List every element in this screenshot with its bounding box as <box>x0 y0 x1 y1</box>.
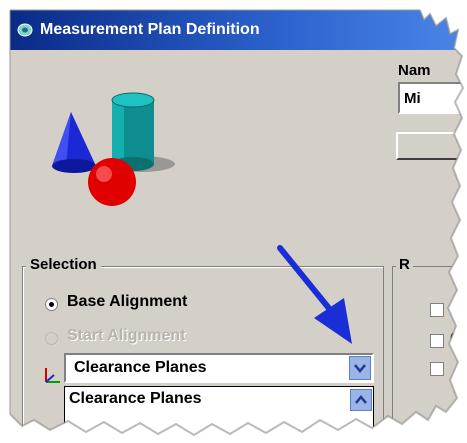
title-bar[interactable]: Measurement Plan Definition <box>10 10 467 50</box>
checkbox-3[interactable] <box>430 362 444 376</box>
name-input-value: Mi <box>404 90 421 107</box>
list-item[interactable]: Clearance Planes <box>69 390 202 408</box>
right-group <box>392 266 467 443</box>
alignment-type-dropdown[interactable]: Clearance Planes <box>64 353 374 383</box>
dropdown-value: Clearance Planes <box>74 359 207 376</box>
start-alignment-label: Start Alignment <box>67 327 186 344</box>
checkbox-1[interactable] <box>430 303 444 317</box>
base-alignment-radio[interactable] <box>45 298 58 311</box>
right-button[interactable] <box>396 132 466 160</box>
axis-icon <box>45 368 60 383</box>
base-alignment-label: Base Alignment <box>67 293 188 310</box>
window-title: Measurement Plan Definition <box>40 21 260 38</box>
name-label: Nam <box>398 62 431 79</box>
start-alignment-radio[interactable] <box>45 332 58 345</box>
measurement-plan-window: Measurement Plan Definition Nam Mi Selec… <box>10 10 467 443</box>
checkbox-2[interactable] <box>430 334 444 348</box>
screenshot-canvas: Measurement Plan Definition Nam Mi Selec… <box>0 0 467 443</box>
checkbox-2-label: G <box>450 330 463 347</box>
right-group-title: R <box>396 256 413 273</box>
alignment-list[interactable]: Clearance Planes <box>64 386 374 443</box>
selection-title: Selection <box>26 256 101 273</box>
scroll-up-icon[interactable] <box>350 389 372 411</box>
dropdown-arrow-icon[interactable] <box>349 356 371 380</box>
annotation-arrow-icon <box>277 245 352 344</box>
name-input[interactable]: Mi <box>398 82 467 114</box>
3d-shapes-icon <box>52 92 175 206</box>
app-icon <box>17 23 33 37</box>
